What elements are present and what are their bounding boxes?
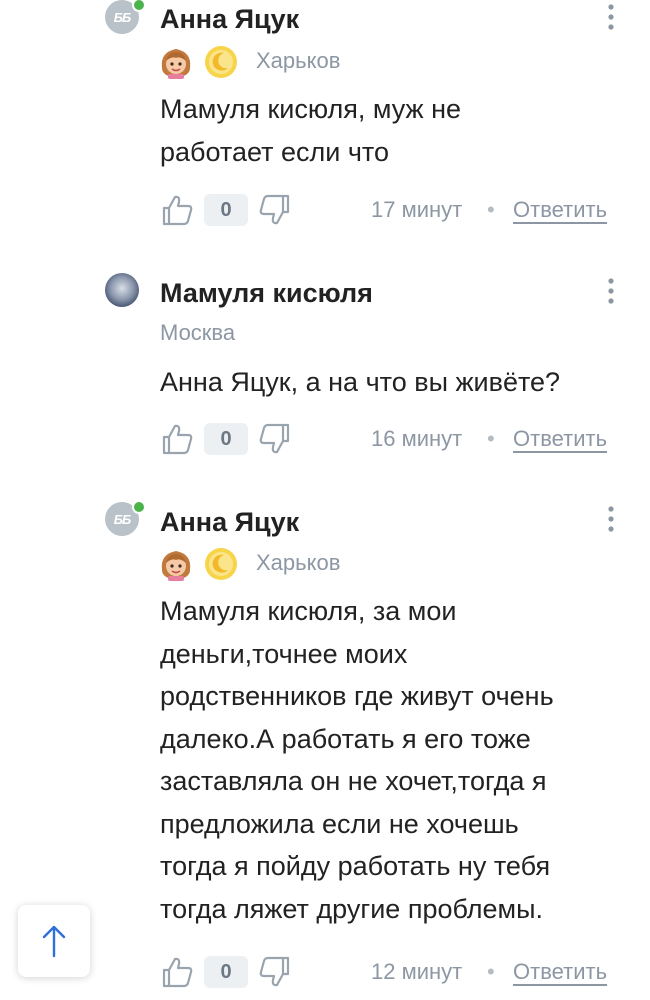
like-count: 0 [204, 194, 248, 226]
comment-actions: 0 17 минут • Ответить [0, 193, 650, 233]
scroll-to-top-button[interactable] [18, 905, 90, 977]
comment-text: Анна Яцук, а на что вы живёте? [160, 367, 561, 397]
separator: • [487, 197, 495, 222]
comment-text: Мамуля кисюля, за мои деньги,точнее моих… [160, 596, 554, 924]
separator: • [487, 426, 495, 451]
thumb-down-icon[interactable] [258, 422, 292, 456]
more-vertical-icon[interactable] [602, 2, 620, 32]
thumb-up-icon[interactable] [160, 422, 194, 456]
like-count: 0 [204, 956, 248, 988]
avatar[interactable] [105, 273, 139, 307]
more-vertical-icon[interactable] [602, 504, 620, 534]
reply-button[interactable]: Ответить [513, 197, 607, 223]
comment-actions: 0 12 минут • Ответить [0, 955, 650, 995]
online-indicator [132, 0, 146, 12]
thumb-up-icon[interactable] [160, 955, 194, 989]
thumb-up-icon[interactable] [160, 193, 194, 227]
comment-author[interactable]: Анна Яцук [160, 507, 299, 538]
more-vertical-icon[interactable] [602, 276, 620, 306]
comment-city: Харьков [256, 48, 341, 73]
girl-badge-icon [161, 551, 191, 581]
comment-time: 17 минут [371, 197, 463, 222]
moon-badge-icon [205, 548, 237, 580]
comment-city: Харьков [256, 550, 341, 575]
arrow-up-icon [42, 925, 66, 958]
comment-actions: 0 16 минут • Ответить [0, 422, 650, 462]
comment-author[interactable]: Анна Яцук [160, 4, 299, 35]
comment-time: 12 минут [371, 959, 463, 984]
comment-text: Мамуля кисюля, муж не работает если что [160, 94, 462, 167]
comment-time: 16 минут [371, 426, 463, 451]
online-indicator [132, 500, 146, 514]
comment-author[interactable]: Мамуля кисюля [160, 278, 373, 309]
comment-city: Москва [160, 320, 236, 345]
thumb-down-icon[interactable] [258, 193, 292, 227]
reply-button[interactable]: Ответить [513, 426, 607, 452]
moon-badge-icon [205, 46, 237, 78]
thumb-down-icon[interactable] [258, 955, 292, 989]
girl-badge-icon [161, 49, 191, 79]
reply-button[interactable]: Ответить [513, 959, 607, 985]
separator: • [487, 959, 495, 984]
like-count: 0 [204, 423, 248, 455]
